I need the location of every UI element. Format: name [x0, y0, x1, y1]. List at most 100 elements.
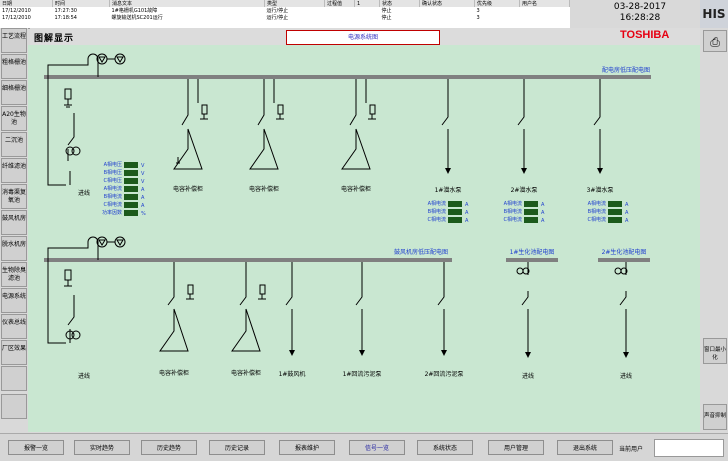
alarm-cell: 1#格栅机G101故障 — [111, 8, 158, 14]
busbar-4 — [598, 258, 650, 262]
alarm-cell: 17:27:30 — [54, 7, 77, 14]
capacitor-cabinet — [341, 79, 376, 170]
alarm-col-value: 过程值 — [324, 0, 355, 7]
nav-button[interactable] — [1, 366, 27, 391]
reading-unit: A — [541, 218, 545, 224]
reading-unit: A — [141, 195, 145, 201]
alarm-cell: 3 — [476, 14, 480, 21]
value-box — [124, 210, 138, 216]
motor-label: 1#鼓风机 — [279, 370, 306, 378]
nav-button[interactable]: 二沉池 — [1, 132, 27, 157]
value-box — [608, 217, 622, 223]
reading-unit: A — [541, 210, 545, 216]
incoming-feeder-1 — [47, 53, 99, 186]
single-line-diagram: 配电房低压配电图 鼓风机房低压配电图 1#生化池配电图 2#生化池配电图 进线 … — [28, 45, 700, 432]
alarm-cell: 螺旋输送机SC201运行 — [111, 15, 163, 21]
busbar-1 — [44, 75, 651, 79]
table-row[interactable]: 17/12/2010 17:27:30 1#格栅机G101故障 运行/停止 停止… — [0, 7, 570, 15]
biochem-feeder-1 — [516, 262, 529, 355]
reading-unit: V — [141, 171, 145, 177]
nav-button[interactable]: 脱水机房 — [1, 236, 27, 261]
capacitor-cabinet — [249, 79, 284, 170]
feeder-label: 进线 — [522, 372, 534, 380]
nav-button[interactable]: A20生物池 — [1, 106, 27, 131]
reading-unit: A — [465, 218, 469, 224]
alarm-cell: 3 — [476, 7, 480, 14]
clock-date: 03-28-2017 — [613, 2, 667, 12]
window-minimize-button[interactable]: 窗口最小化 — [703, 338, 727, 364]
nav-button[interactable]: 消毒渠复氧池 — [1, 184, 27, 209]
pump-feeder — [441, 79, 448, 171]
nav-button[interactable]: 电源系统 — [1, 288, 27, 313]
alarm-cell — [520, 14, 570, 21]
exit-system-button[interactable]: 退出系统 — [557, 440, 613, 455]
alarm-cell — [325, 14, 355, 21]
system-status-button[interactable]: 系统状态 — [417, 440, 473, 455]
reading-unit: V — [141, 163, 145, 169]
transformer-symbol — [96, 236, 126, 248]
diagram-title-box: 电源系统图 — [286, 30, 440, 45]
pump-label: 3#潜水泵 — [587, 186, 614, 194]
reading-label: B相电流 — [588, 208, 606, 215]
page-title: 图解显示 — [34, 34, 75, 44]
biochem-feeder-2 — [614, 262, 627, 355]
nav-button[interactable]: 纤维滤池 — [1, 158, 27, 183]
nav-button[interactable] — [1, 394, 27, 419]
busbar-2 — [44, 258, 452, 262]
reading-label: B相电流 — [104, 193, 122, 200]
pump-readings-1: A相电流 A B相电流 A C相电流 A — [428, 200, 470, 224]
reading-unit: % — [141, 211, 146, 217]
print-icon[interactable]: ⎙ — [703, 30, 727, 52]
nav-button[interactable]: 粗格栅池 — [1, 54, 27, 79]
reading-label: B相电压 — [104, 169, 122, 176]
alarm-cell: 停止 — [381, 8, 392, 14]
alarm-list[interactable]: 日期 时间 消息文本 类型 过程值 1 状态 确认状态 优先级 用户名 17/1… — [0, 0, 570, 29]
alarm-list-button[interactable]: 报警一览 — [8, 440, 64, 455]
value-box — [524, 209, 538, 215]
value-box — [448, 217, 462, 223]
value-box — [124, 170, 138, 176]
motor-label: 1#回流污泥泵 — [343, 370, 382, 378]
reading-label: C相电流 — [504, 216, 523, 223]
user-management-button[interactable]: 用户管理 — [488, 440, 544, 455]
bottom-nav: 报警一览 实时趋势 历史趋势 历史记录 报表维护 信号一览 系统状态 用户管理 … — [0, 433, 728, 461]
nav-button[interactable]: 厂区效果 — [1, 340, 27, 365]
alarm-cell: 17:18:54 — [54, 14, 77, 21]
incoming-feeder-2 — [47, 236, 99, 344]
his-button[interactable]: HIS — [700, 0, 728, 28]
nav-button[interactable]: 鼓风机房 — [1, 210, 27, 235]
alarm-cell — [420, 14, 475, 21]
history-record-button[interactable]: 历史记录 — [209, 440, 265, 455]
nav-button[interactable]: 仪表总线 — [1, 314, 27, 339]
reading-unit: A — [625, 218, 629, 224]
alarm-cell — [355, 7, 380, 14]
value-box — [124, 194, 138, 200]
nav-button[interactable]: 细格栅池 — [1, 80, 27, 105]
nav-button[interactable]: 生物除臭滤池 — [1, 262, 27, 287]
reading-label: A相电流 — [104, 185, 122, 192]
nav-button[interactable]: 工艺流程 — [1, 28, 27, 53]
current-user-label: 当前用户 — [619, 446, 644, 453]
report-maintenance-button[interactable]: 报表维护 — [279, 440, 335, 455]
section-title: 2#生化池配电图 — [602, 248, 647, 256]
history-trend-button[interactable]: 历史趋势 — [141, 440, 197, 455]
sound-mute-button[interactable]: 声音抑制 — [703, 404, 727, 430]
alarm-cell — [420, 7, 475, 14]
reading-label: C相电流 — [588, 216, 607, 223]
alarm-cell: 17/12/2010 — [2, 14, 31, 21]
reading-unit: A — [541, 202, 545, 208]
motor-feeder — [355, 262, 362, 353]
reading-label: C相电流 — [428, 216, 447, 223]
capacitor-label: 电容补偿柜 — [341, 185, 371, 193]
motor-label: 2#回流污泥泵 — [425, 370, 464, 378]
reading-unit: A — [141, 203, 145, 209]
busbar-3 — [506, 258, 558, 262]
realtime-trend-button[interactable]: 实时趋势 — [74, 440, 130, 455]
value-box — [608, 209, 622, 215]
table-row[interactable]: 17/12/2010 17:18:54 螺旋输送机SC201运行 运行/停止 停… — [0, 14, 570, 22]
alarm-col-date: 日期 — [0, 0, 53, 7]
alarm-table: 日期 时间 消息文本 类型 过程值 1 状态 确认状态 优先级 用户名 17/1… — [0, 0, 570, 21]
current-user-field[interactable] — [654, 439, 724, 457]
reading-unit: V — [141, 179, 145, 185]
signal-list-button[interactable]: 信号一览 — [349, 440, 405, 455]
